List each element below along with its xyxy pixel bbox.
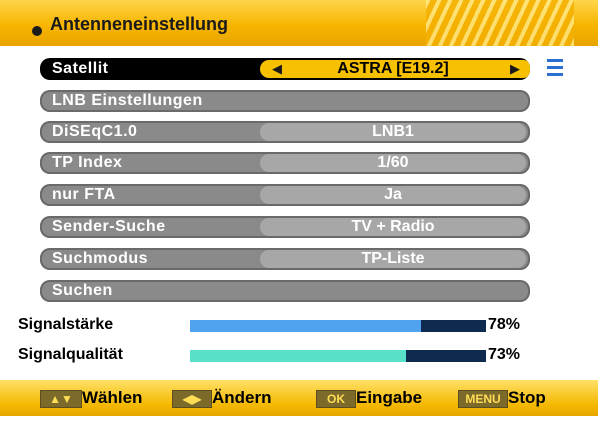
row-diseqc[interactable]: DiSEqC1.0 LNB1 <box>40 121 530 143</box>
row-tp-index[interactable]: TP Index 1/60 <box>40 152 530 174</box>
signal-strength-value: 78% <box>488 316 521 333</box>
row-label: Suchen <box>52 282 113 299</box>
row-value: LNB1 <box>372 123 414 140</box>
row-label: DiSEqC1.0 <box>52 123 138 140</box>
help-aendern: Ändern <box>212 388 272 407</box>
row-value: TP-Liste <box>361 250 425 267</box>
row-sender-suche[interactable]: Sender-Suche TV + Radio <box>40 216 530 238</box>
updown-key-icon: ▲▼ <box>40 390 82 408</box>
row-value: Ja <box>384 186 402 203</box>
list-menu-icon <box>547 59 563 77</box>
row-label: Suchmodus <box>52 250 149 267</box>
row-value: TV + Radio <box>351 218 435 235</box>
leftright-key-icon: ◀▶ <box>172 390 212 408</box>
signal-quality-fill <box>190 350 407 362</box>
ok-key-icon: OK <box>316 390 356 408</box>
row-satellit[interactable]: Satellit ◀ ASTRA [E19.2] ▶ <box>40 58 530 80</box>
row-label: Satellit <box>52 60 109 77</box>
signal-quality-label: Signalqualität <box>18 346 123 363</box>
row-label: nur FTA <box>52 186 116 203</box>
antenna-settings-screen: Antenneneinstellung Satellit ◀ ASTRA [E1… <box>0 0 598 429</box>
header-bar: Antenneneinstellung <box>0 0 598 46</box>
help-waehlen: Wählen <box>82 388 143 407</box>
row-nur-fta[interactable]: nur FTA Ja <box>40 184 530 206</box>
signal-strength-fill <box>190 320 421 332</box>
help-stop: Stop <box>508 388 546 407</box>
signal-quality-bar <box>190 350 486 362</box>
row-value: 1/60 <box>377 154 409 171</box>
row-value: ASTRA [E19.2] <box>337 60 449 77</box>
arrow-right-icon[interactable]: ▶ <box>510 61 520 77</box>
signal-strength-bar <box>190 320 486 332</box>
footer-help-bar: ▲▼ Wählen ◀▶ Ändern OK Eingabe MENU Stop <box>0 380 598 416</box>
row-suchen[interactable]: Suchen <box>40 280 530 302</box>
bullet-icon <box>32 26 42 36</box>
row-suchmodus[interactable]: Suchmodus TP-Liste <box>40 248 530 270</box>
row-lnb-einstellungen[interactable]: LNB Einstellungen <box>40 90 530 112</box>
page-title: Antenneneinstellung <box>50 14 229 34</box>
help-eingabe: Eingabe <box>356 388 423 407</box>
row-label: TP Index <box>52 154 123 171</box>
row-label: Sender-Suche <box>52 218 166 235</box>
menu-key-icon: MENU <box>458 390 508 408</box>
row-label: LNB Einstellungen <box>52 92 203 109</box>
signal-strength-label: Signalstärke <box>18 316 114 333</box>
header-stripes <box>426 0 574 46</box>
signal-quality-value: 73% <box>488 346 521 363</box>
